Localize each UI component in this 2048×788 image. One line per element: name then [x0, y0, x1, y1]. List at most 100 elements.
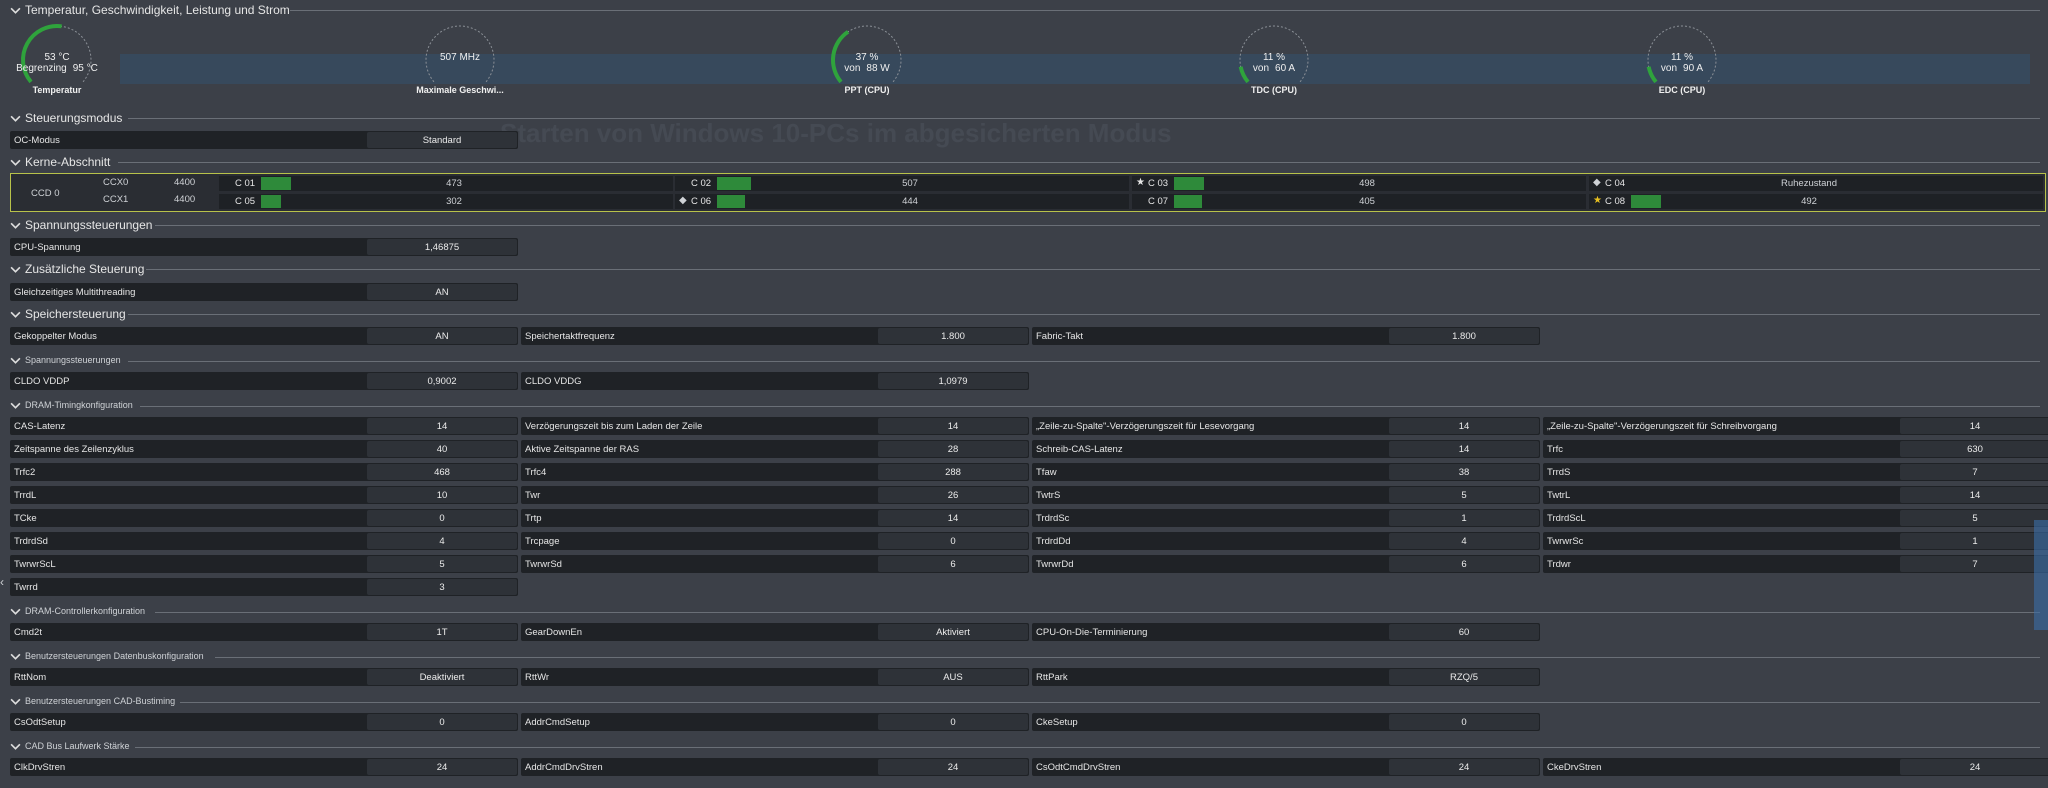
controller-field[interactable]: GearDownEn Aktiviert [521, 623, 1029, 641]
timing-field[interactable]: Zeitspanne des Zeilenzyklus 40 [10, 440, 518, 458]
timing-field[interactable]: Trfc 630 [1543, 440, 2048, 458]
cad-timing-field[interactable]: CsOdtSetup 0 [10, 713, 518, 731]
timing-field[interactable]: Trfc4 288 [521, 463, 1029, 481]
timing-field[interactable]: TrdrdSc 1 [1032, 509, 1540, 527]
timing-field[interactable]: TrdrdSd 4 [10, 532, 518, 550]
timing-field[interactable]: Trdwr 7 [1543, 555, 2048, 573]
timing-field[interactable]: Trfc2 468 [10, 463, 518, 481]
field-label: CkeSetup [1036, 717, 1078, 728]
timing-field[interactable]: CAS-Latenz 14 [10, 417, 518, 435]
core-load-bar [261, 177, 291, 190]
memory-field[interactable]: Fabric-Takt 1.800 [1032, 327, 1540, 345]
timing-field[interactable]: Trtp 14 [521, 509, 1029, 527]
controller-field[interactable]: Cmd2t 1T [10, 623, 518, 641]
section-cad-timing[interactable]: Benutzersteuerungen CAD-Bustiming [10, 696, 175, 707]
chevron-down-icon [10, 743, 21, 750]
field-label: Speichertaktfrequenz [525, 331, 615, 342]
section-dram-timing[interactable]: DRAM-Timingkonfiguration [10, 400, 133, 411]
value-box: 38 [1389, 464, 1539, 480]
core-8[interactable]: ★ C 08 492 [1589, 194, 2043, 209]
field-value: 28 [947, 444, 959, 455]
value-box: 5 [1389, 487, 1539, 503]
section-voltage[interactable]: Spannungssteuerungen [10, 218, 152, 232]
field-value: 6 [1461, 559, 1467, 570]
mem-voltage-field[interactable]: CLDO VDDG 1,0979 [521, 372, 1029, 390]
cad-strength-field[interactable]: AddrCmdDrvStren 24 [521, 758, 1029, 776]
cpu-voltage-field[interactable]: CPU-Spannung 1,46875 [10, 238, 518, 256]
smt-field[interactable]: Gleichzeitiges Multithreading AN [10, 283, 518, 301]
core-3[interactable]: ★ C 03 498 [1132, 176, 1586, 191]
field-label: „Zeile-zu-Spalte"-Verzögerungszeit für S… [1547, 421, 1777, 432]
gauge-limit: von 88 W [844, 63, 890, 74]
timing-field[interactable]: TwrwrSc 1 [1543, 532, 2048, 550]
timing-field[interactable]: TwrwrSd 6 [521, 555, 1029, 573]
memory-field[interactable]: Speichertaktfrequenz 1.800 [521, 327, 1029, 345]
timing-field[interactable]: „Zeile-zu-Spalte"-Verzögerungszeit für S… [1543, 417, 2048, 435]
timing-field[interactable]: TrdrdScL 5 [1543, 509, 2048, 527]
memory-field[interactable]: Gekoppelter Modus AN [10, 327, 518, 345]
cad-timing-field[interactable]: CkeSetup 0 [1032, 713, 1540, 731]
field-value: 0 [1461, 717, 1467, 728]
divider [128, 361, 2040, 362]
divider [180, 702, 2040, 703]
core-6[interactable]: ◆ C 06 444 [675, 194, 1129, 209]
oc-mode-field[interactable]: OC-Modus Standard [10, 131, 518, 149]
timing-field[interactable]: TwrwrScL 5 [10, 555, 518, 573]
cad-timing-field[interactable]: AddrCmdSetup 0 [521, 713, 1029, 731]
timing-field[interactable]: Verzögerungszeit bis zum Laden der Zeile… [521, 417, 1029, 435]
timing-field[interactable]: TrrdL 10 [10, 486, 518, 504]
section-cad-strength[interactable]: CAD Bus Laufwerk Stärke [10, 741, 130, 752]
field-value: 5 [439, 559, 445, 570]
field-label: Verzögerungszeit bis zum Laden der Zeile [525, 421, 703, 432]
timing-field[interactable]: Twrrd 3 [10, 578, 518, 596]
field-label: TwtrS [1036, 490, 1061, 501]
section-additional[interactable]: Zusätzliche Steuerung [10, 262, 144, 276]
value-box: AN [367, 328, 517, 344]
timing-field[interactable]: TrdrdDd 4 [1032, 532, 1540, 550]
field-label: Gleichzeitiges Multithreading [14, 287, 136, 298]
section-databus[interactable]: Benutzersteuerungen Datenbuskonfiguratio… [10, 651, 204, 662]
scrollbar-thumb[interactable] [2034, 520, 2048, 630]
timing-field[interactable]: Tfaw 38 [1032, 463, 1540, 481]
timing-field[interactable]: Schreib-CAS-Latenz 14 [1032, 440, 1540, 458]
timing-field[interactable]: TwtrS 5 [1032, 486, 1540, 504]
field-value: 468 [434, 467, 450, 478]
field-label: Twr [525, 490, 541, 501]
databus-field[interactable]: RttPark RZQ/5 [1032, 668, 1540, 686]
section-temp-speed[interactable]: Temperatur, Geschwindigkeit, Leistung un… [10, 3, 290, 17]
timing-field[interactable]: „Zeile-zu-Spalte"-Verzögerungszeit für L… [1032, 417, 1540, 435]
chevron-down-icon [10, 223, 21, 230]
background-article-title: Starten von Windows 10-PCs im abgesicher… [500, 118, 1172, 148]
section-dram-controller[interactable]: DRAM-Controllerkonfiguration [10, 606, 145, 617]
section-memory[interactable]: Speichersteuerung [10, 307, 126, 321]
cad-strength-field[interactable]: CkeDrvStren 24 [1543, 758, 2048, 776]
section-mem-voltage[interactable]: Spannungssteuerungen [10, 355, 121, 366]
core-2[interactable]: C 02 507 [675, 176, 1129, 191]
ccx1-frequency: 4400 [174, 194, 196, 205]
core-1[interactable]: C 01 473 [219, 176, 673, 191]
timing-field[interactable]: Twr 26 [521, 486, 1029, 504]
section-cores[interactable]: Kerne-Abschnitt [10, 155, 110, 169]
gauge-value: 11 % [1670, 52, 1694, 63]
mem-voltage-field[interactable]: CLDO VDDP 0,9002 [10, 372, 518, 390]
timing-field[interactable]: Trcpage 0 [521, 532, 1029, 550]
cad-strength-field[interactable]: ClkDrvStren 24 [10, 758, 518, 776]
timing-field[interactable]: TwtrL 14 [1543, 486, 2048, 504]
core-4[interactable]: ◆ C 04 Ruhezustand [1589, 176, 2043, 191]
core-5[interactable]: C 05 302 [219, 194, 673, 209]
value-box: 10 [367, 487, 517, 503]
cores-panel: CCD 0 CCX0 CCX1 4400 4400 C 01 473 C 02 507… [10, 173, 2046, 212]
value-box: 3 [367, 579, 517, 595]
timing-field[interactable]: TwrwrDd 6 [1032, 555, 1540, 573]
value-box: 4 [1389, 533, 1539, 549]
cad-strength-field[interactable]: CsOdtCmdDrvStren 24 [1032, 758, 1540, 776]
timing-field[interactable]: TCke 0 [10, 509, 518, 527]
chevron-left-icon[interactable]: ‹ [0, 575, 4, 589]
timing-field[interactable]: TrrdS 7 [1543, 463, 2048, 481]
divider [155, 612, 2040, 613]
controller-field[interactable]: CPU-On-Die-Terminierung 60 [1032, 623, 1540, 641]
core-7[interactable]: C 07 405 [1132, 194, 1586, 209]
databus-field[interactable]: RttNom Deaktiviert [10, 668, 518, 686]
timing-field[interactable]: Aktive Zeitspanne der RAS 28 [521, 440, 1029, 458]
databus-field[interactable]: RttWr AUS [521, 668, 1029, 686]
